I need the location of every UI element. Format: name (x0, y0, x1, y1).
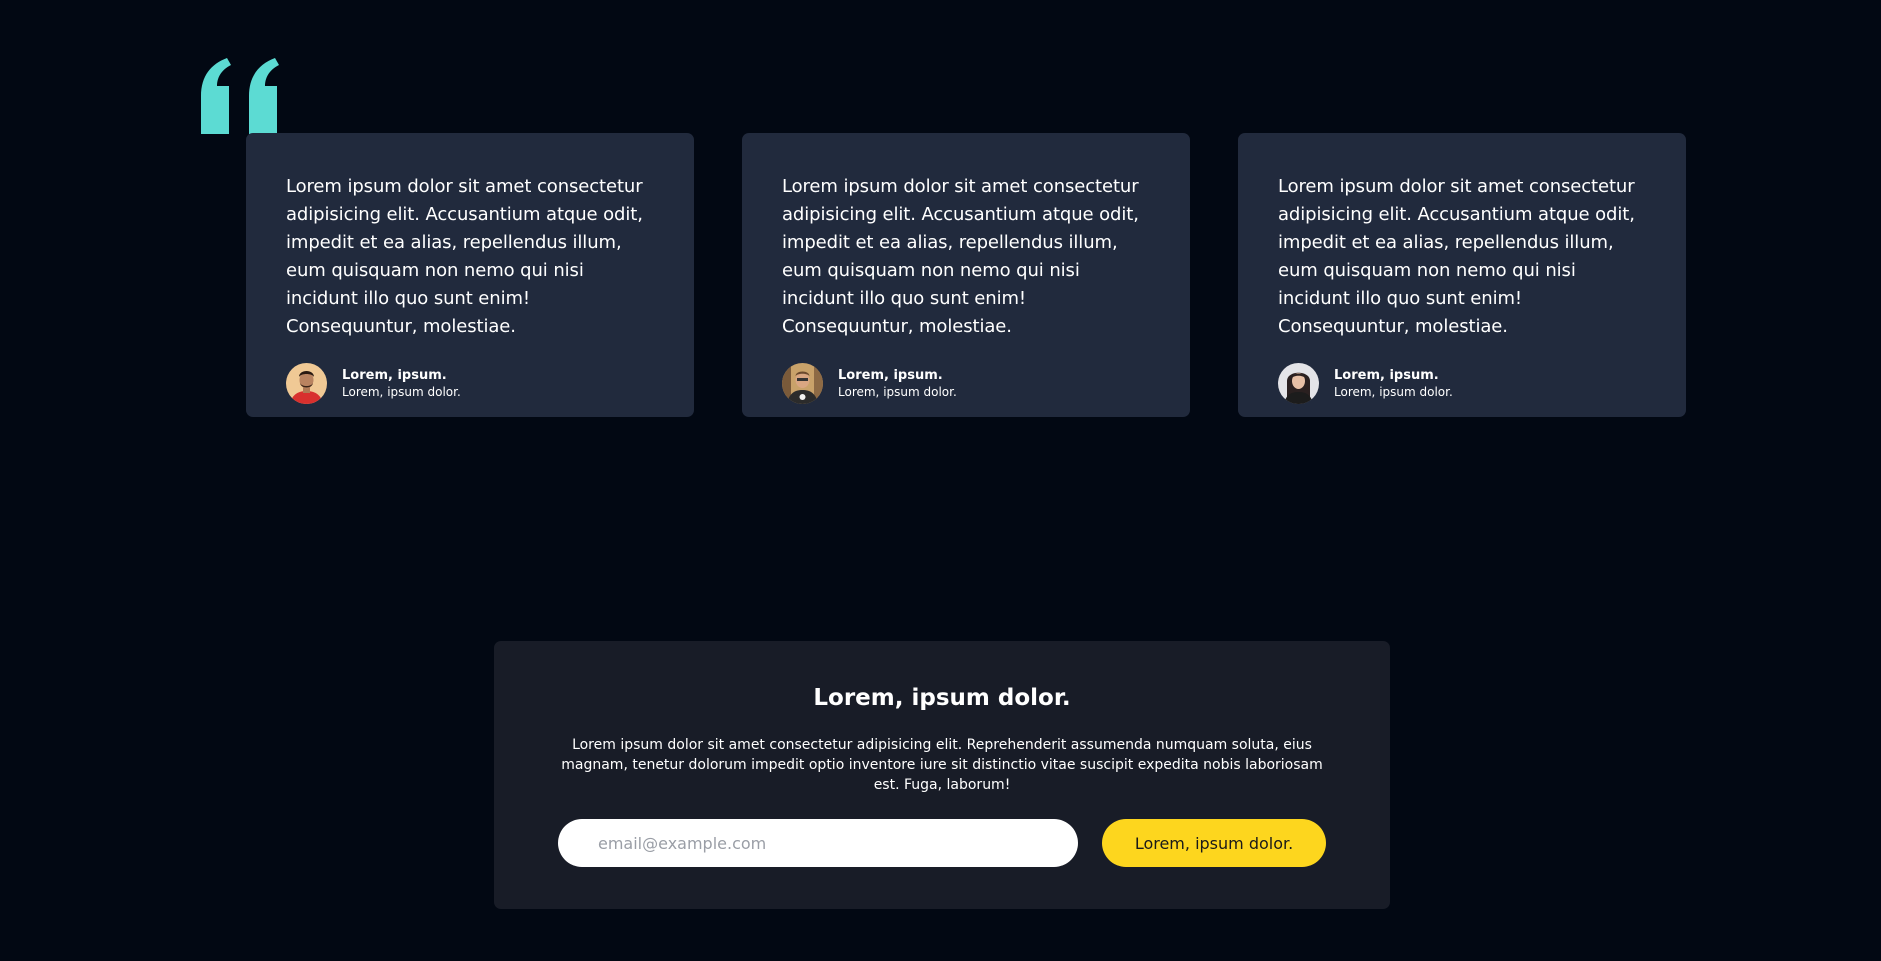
testimonial-author: Lorem, ipsum. Lorem, ipsum dolor. (782, 363, 1152, 404)
newsletter-form: Lorem, ipsum dolor. (494, 819, 1390, 867)
testimonial-text: Lorem ipsum dolor sit amet consectetur a… (1278, 176, 1635, 337)
avatar (1278, 363, 1319, 404)
author-name: Lorem, ipsum. (342, 368, 447, 383)
avatar (782, 363, 823, 404)
testimonial-text: Lorem ipsum dolor sit amet consectetur a… (286, 176, 643, 337)
author-name: Lorem, ipsum. (1334, 368, 1439, 383)
testimonials-section: Lorem ipsum dolor sit amet consectetur a… (246, 133, 1686, 417)
author-role: Lorem, ipsum dolor. (342, 385, 461, 399)
testimonial-author: Lorem, ipsum. Lorem, ipsum dolor. (1278, 363, 1648, 404)
testimonial-card: Lorem ipsum dolor sit amet consectetur a… (246, 133, 694, 417)
email-input[interactable] (558, 819, 1078, 867)
subscribe-button[interactable]: Lorem, ipsum dolor. (1102, 819, 1326, 867)
testimonial-card: Lorem ipsum dolor sit amet consectetur a… (742, 133, 1190, 417)
testimonial-text: Lorem ipsum dolor sit amet consectetur a… (782, 176, 1139, 337)
testimonial-author: Lorem, ipsum. Lorem, ipsum dolor. (286, 363, 656, 404)
testimonial-card: Lorem ipsum dolor sit amet consectetur a… (1238, 133, 1686, 417)
author-name: Lorem, ipsum. (838, 368, 943, 383)
author-role: Lorem, ipsum dolor. (1334, 385, 1453, 399)
avatar (286, 363, 327, 404)
newsletter-box: Lorem, ipsum dolor. Lorem ipsum dolor si… (494, 641, 1390, 909)
author-role: Lorem, ipsum dolor. (838, 385, 957, 399)
newsletter-title: Lorem, ipsum dolor. (813, 685, 1071, 711)
newsletter-description: Lorem ipsum dolor sit amet consectetur a… (561, 737, 1323, 793)
quote-icon (201, 58, 279, 134)
